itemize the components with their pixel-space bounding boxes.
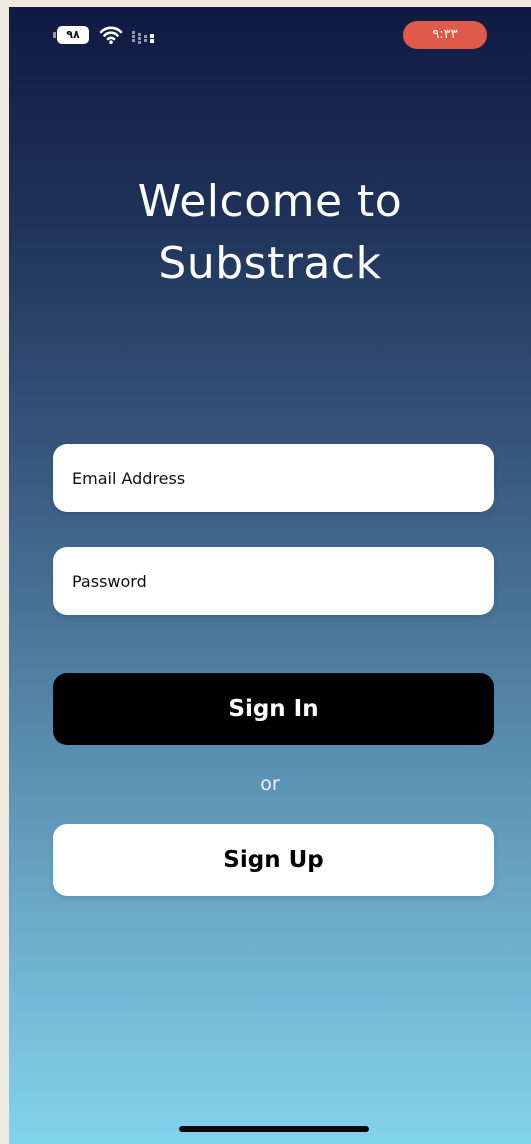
welcome-title-line1: Welcome to bbox=[137, 176, 403, 228]
battery-icon: ۹۸ bbox=[51, 26, 89, 44]
sign-in-button[interactable]: Sign In bbox=[53, 673, 494, 745]
email-field[interactable] bbox=[72, 444, 494, 512]
or-divider-label: or bbox=[260, 773, 280, 795]
password-field[interactable] bbox=[72, 547, 494, 615]
login-screen: ۹۸ ۹:۳۳ Welcome to Substrack Email Addre… bbox=[9, 7, 531, 1144]
status-time[interactable]: ۹:۳۳ bbox=[403, 21, 487, 49]
battery-level: ۹۸ bbox=[66, 28, 80, 41]
email-field-container[interactable] bbox=[53, 444, 494, 512]
welcome-title: Welcome to Substrack bbox=[9, 171, 531, 295]
signal-icon bbox=[132, 31, 154, 44]
password-field-container[interactable] bbox=[53, 547, 494, 615]
welcome-title-line2: Substrack bbox=[158, 238, 382, 290]
wifi-icon bbox=[99, 26, 123, 44]
status-bar: ۹۸ ۹:۳۳ bbox=[9, 7, 531, 59]
home-indicator[interactable] bbox=[179, 1126, 369, 1132]
sign-up-button[interactable]: Sign Up bbox=[53, 824, 494, 896]
